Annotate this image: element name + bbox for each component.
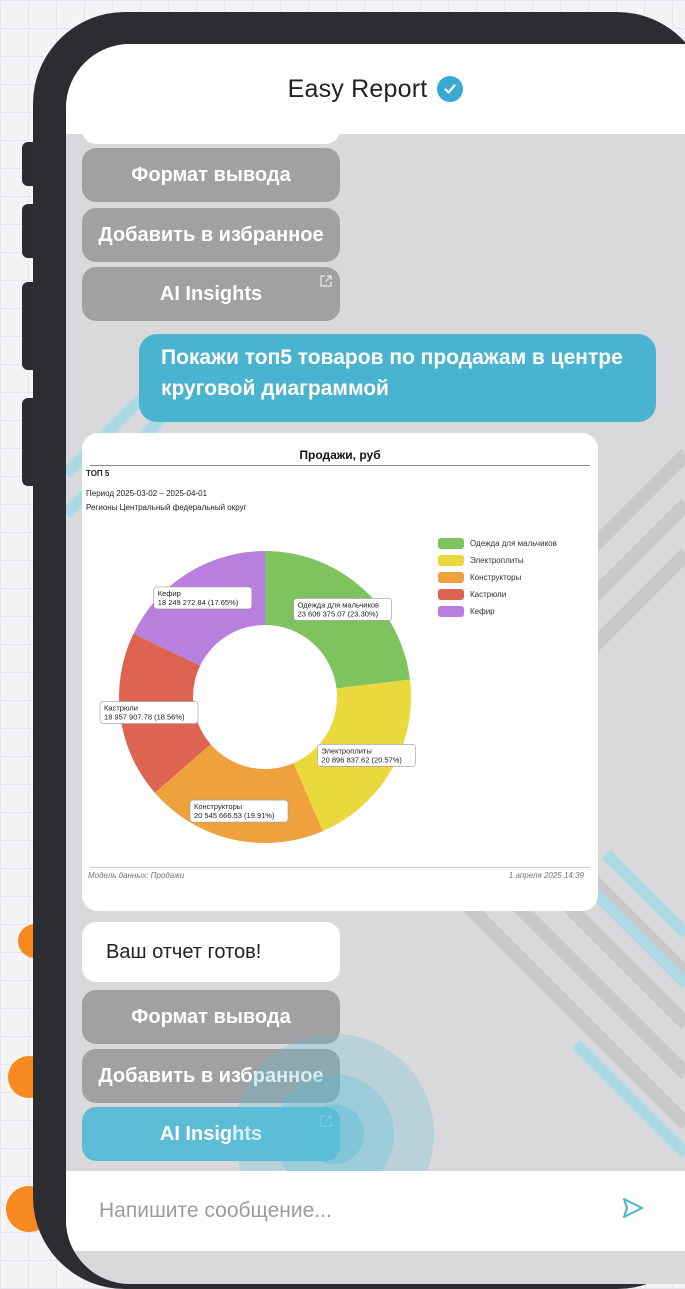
legend-swatch	[438, 606, 464, 617]
legend-item: Кастрюли	[438, 586, 557, 603]
output-format-button[interactable]: Формат вывода	[82, 148, 340, 202]
ai-insights-button[interactable]: AI Insights	[82, 267, 340, 321]
legend-swatch	[438, 589, 464, 600]
user-message-line: круговой диаграммой	[161, 377, 389, 400]
slice-label: Кастрюли18 957 907.78 (18.56%)	[99, 701, 199, 724]
report-period: Период 2025-03-02 – 2025-04-01	[86, 489, 208, 498]
slice-label: Одежда для мальчиков23 606 375.07 (23.30…	[293, 598, 392, 621]
report-footer-model: Модель данных: Продажи	[88, 871, 185, 880]
report-card[interactable]: Продажи, руб ТОП 5 Период 2025-03-02 – 2…	[82, 433, 598, 911]
external-link-icon	[320, 275, 332, 287]
legend-label: Одежда для мальчиков	[470, 539, 557, 548]
output-format-label: Формат вывода	[131, 163, 291, 186]
legend-label: Кефир	[470, 607, 495, 616]
chat-screen: Формат вывода Добавить в избранное AI In…	[66, 44, 685, 1284]
app-header: Easy Report	[66, 44, 685, 134]
legend-label: Кастрюли	[470, 590, 507, 599]
add-to-favorites-button[interactable]: Добавить в избранное	[82, 208, 340, 262]
ai-insights-label: AI Insights	[159, 1122, 263, 1145]
bot-message-text: Ваш отчет готов!	[106, 940, 262, 963]
legend-item: Одежда для мальчиков	[438, 535, 557, 552]
verified-check-icon	[437, 76, 464, 102]
donut-chart: Одежда для мальчиков23 606 375.07 (23.30…	[99, 551, 416, 843]
slice-label-text: 23 606 375.07 (23.30%)	[298, 609, 379, 618]
output-format-button[interactable]: Формат вывода	[82, 990, 340, 1044]
slice-label-text: 18 249 272.84 (17.65%)	[158, 598, 239, 607]
legend-item: Электроплиты	[438, 552, 557, 569]
slice-label-text: 18 957 907.78 (18.56%)	[104, 713, 185, 722]
report-subtitle: ТОП 5	[86, 469, 110, 478]
report-title-divider	[90, 465, 590, 466]
legend-item: Конструкторы	[438, 569, 557, 586]
add-to-favorites-label: Добавить в избранное	[98, 223, 324, 246]
slice-label-text: 20 896 837.62 (20.57%)	[321, 755, 402, 764]
message-composer	[66, 1171, 685, 1251]
slice-label-text: Конструкторы	[194, 802, 242, 811]
slice-label: Электроплиты20 896 837.62 (20.57%)	[317, 744, 416, 767]
legend-item: Кефир	[438, 603, 557, 620]
legend-label: Конструкторы	[470, 573, 522, 582]
app-title: Easy Report	[287, 74, 428, 103]
slice-label-text: 20 545 666.53 (19.91%)	[194, 811, 275, 820]
report-title: Продажи, руб	[299, 448, 381, 462]
chart-legend: Одежда для мальчиков Электроплиты Констр…	[438, 535, 557, 620]
slice-label: Конструкторы20 545 666.53 (19.91%)	[189, 799, 289, 823]
bot-message-bubble: Ваш отчет готов!	[82, 922, 340, 982]
report-footer-timestamp: 1 апреля 2025 14:39	[508, 871, 584, 880]
add-to-favorites-button[interactable]: Добавить в избранное	[82, 1049, 340, 1103]
slice-label: Кефир18 249 272.84 (17.65%)	[153, 586, 253, 610]
user-message-line: Покажи топ5 товаров по продажам в центре	[161, 346, 623, 369]
slice-label-text: Одежда для мальчиков	[298, 600, 379, 609]
send-icon[interactable]	[622, 1197, 644, 1219]
legend-swatch	[438, 555, 464, 566]
slice-label-text: Кефир	[158, 589, 181, 598]
legend-label: Электроплиты	[470, 556, 524, 565]
report-regions: Регионы Центральный федеральный округ	[86, 503, 247, 512]
legend-swatch	[438, 538, 464, 549]
report-footer-divider	[90, 867, 590, 868]
slice-label-text: Кастрюли	[104, 704, 138, 713]
slice-label-text: Электроплиты	[321, 746, 371, 755]
legend-swatch	[438, 572, 464, 583]
ai-insights-button[interactable]: AI Insights	[82, 1107, 340, 1161]
external-link-icon	[320, 1115, 332, 1127]
user-message-bubble: Покажи топ5 товаров по продажам в центре…	[139, 334, 656, 422]
output-format-label: Формат вывода	[131, 1005, 291, 1028]
add-to-favorites-label: Добавить в избранное	[98, 1064, 324, 1087]
ai-insights-label: AI Insights	[159, 282, 263, 305]
message-input[interactable]	[97, 1198, 581, 1224]
